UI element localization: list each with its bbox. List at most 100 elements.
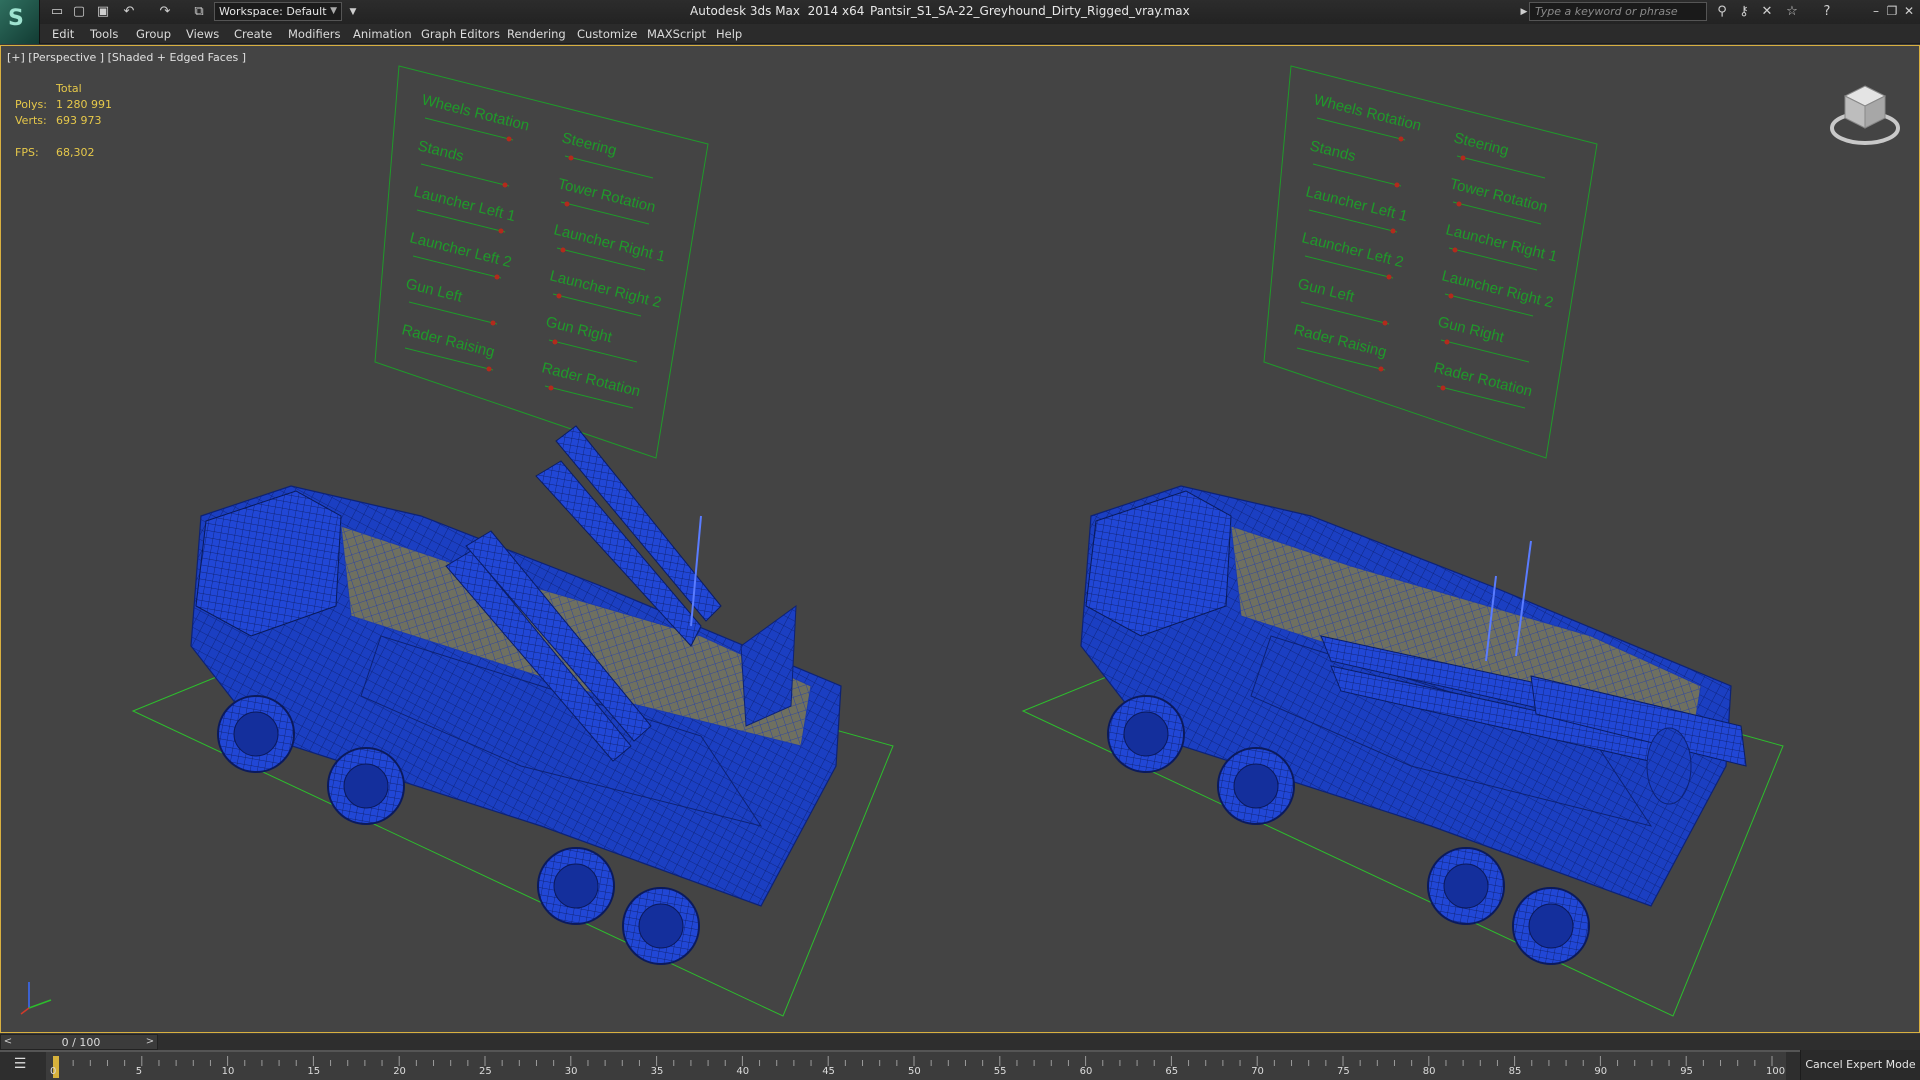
next-frame-icon[interactable]: > (143, 1035, 157, 1049)
control-slider-track[interactable] (408, 301, 498, 325)
control-slider-track[interactable] (1456, 155, 1546, 179)
control-label: Stands (416, 137, 465, 165)
control-slider-knob[interactable] (1394, 182, 1400, 188)
control-slider-track[interactable] (564, 155, 654, 179)
control-label: Gun Left (404, 275, 465, 306)
timeline: < 0 / 100 > ☰ 0 5 10 15 20 25 30 35 40 45 50 55 60 65… (0, 1034, 1920, 1080)
menu-views[interactable]: Views (186, 27, 219, 41)
undo-icon[interactable]: ↶ (120, 3, 138, 21)
search-input[interactable]: Type a keyword or phrase (1529, 2, 1707, 21)
menu-animation[interactable]: Animation (353, 27, 412, 41)
vehicle-model-stowed[interactable] (1080, 485, 1747, 965)
control-slider-knob[interactable] (552, 339, 558, 345)
binoculars-icon[interactable]: ⚲ (1713, 3, 1731, 21)
app-title: Autodesk 3ds Max 2014 x64 (690, 4, 865, 18)
control-slider-knob[interactable] (556, 293, 562, 299)
application-button[interactable]: S (0, 0, 40, 44)
control-slider-knob[interactable] (560, 247, 566, 253)
control-slider-knob[interactable] (502, 182, 508, 188)
control-slider-knob[interactable] (564, 201, 570, 207)
control-label: Launcher Right 2 (1440, 267, 1555, 311)
control-slider-track[interactable] (420, 163, 510, 187)
control-slider-knob[interactable] (1398, 136, 1404, 142)
control-slider-knob[interactable] (1452, 247, 1458, 253)
close-icon[interactable]: ✕ (1901, 3, 1917, 19)
menu-create[interactable]: Create (234, 27, 272, 41)
control-label: Launcher Left 1 (1304, 183, 1409, 225)
trackbar-tick-label: 30 (564, 1066, 578, 1077)
stats-header: Total (56, 82, 82, 95)
time-slider[interactable]: < 0 / 100 > (0, 1034, 158, 1050)
trackbar-tick-label: 0 (50, 1066, 57, 1077)
control-slider-knob[interactable] (1456, 201, 1462, 207)
control-slider-knob[interactable] (1390, 228, 1396, 234)
menu-customize[interactable]: Customize (577, 27, 637, 41)
workspace-label: Workspace: Default (219, 5, 327, 18)
restore-icon[interactable]: ❐ (1884, 3, 1900, 19)
control-label: Wheels Rotation (1312, 91, 1423, 134)
save-icon[interactable]: ▣ (94, 3, 112, 21)
control-slider-knob[interactable] (1378, 366, 1384, 372)
axis-gizmo-icon (20, 982, 52, 1015)
app-window: S ▭ ▢ ▣ ↶ ↷ ⧉ Workspace: Default ▼ ▼ Aut… (0, 0, 1920, 1080)
control-label: Rader Raising (400, 321, 496, 360)
key-icon[interactable]: ⚷ (1735, 3, 1753, 21)
control-label: Steering (560, 129, 618, 159)
previous-frame-icon[interactable]: < (1, 1035, 15, 1049)
open-file-icon[interactable]: ▢ (70, 3, 88, 21)
help-icon[interactable]: ? (1818, 3, 1836, 21)
control-slider-knob[interactable] (1460, 155, 1466, 161)
trackbar-tick-label: 45 (822, 1066, 835, 1077)
viewport-label[interactable]: [+] [Perspective ] [Shaded + Edged Faces… (7, 51, 246, 64)
trackbar-tick-label: 95 (1680, 1066, 1693, 1077)
menu-rendering[interactable]: Rendering (507, 27, 566, 41)
viewcube-icon[interactable] (1827, 78, 1903, 154)
trackbar-menu-icon[interactable]: ☰ (8, 1056, 32, 1076)
tools-icon[interactable]: ✕ (1758, 3, 1776, 21)
workspace-dropdown[interactable]: Workspace: Default ▼ (214, 2, 342, 21)
project-folder-icon[interactable]: ⧉ (190, 3, 208, 21)
menu-modifiers[interactable]: Modifiers (288, 27, 341, 41)
scene-canvas[interactable]: Wheels Rotation Stands Launcher Left 1 Laun… (1, 46, 1919, 1032)
perspective-viewport[interactable]: Wheels Rotation Stands Launcher Left 1 Laun… (0, 45, 1920, 1033)
control-slider-knob[interactable] (1444, 339, 1450, 345)
customize-quick-access-icon[interactable]: ▼ (344, 3, 362, 21)
control-slider-knob[interactable] (1386, 274, 1392, 280)
favorites-star-icon[interactable]: ☆ (1783, 3, 1801, 21)
trackbar-tick-label: 35 (650, 1066, 664, 1077)
control-label: Wheels Rotation (420, 91, 531, 134)
control-slider-knob[interactable] (1448, 293, 1454, 299)
menu-graph-editors[interactable]: Graph Editors (421, 27, 500, 41)
control-slider-knob[interactable] (498, 228, 504, 234)
cancel-expert-mode-button[interactable]: Cancel Expert Mode (1800, 1050, 1920, 1080)
control-slider-knob[interactable] (494, 274, 500, 280)
control-slider-track[interactable] (1300, 301, 1390, 325)
control-slider-knob[interactable] (486, 366, 492, 372)
control-slider-track[interactable] (1440, 339, 1530, 363)
control-slider-track[interactable] (1312, 163, 1402, 187)
fps-label: FPS: (15, 146, 39, 159)
menu-group[interactable]: Group (136, 27, 171, 41)
control-slider-knob[interactable] (490, 320, 496, 326)
new-file-icon[interactable]: ▭ (48, 3, 66, 21)
trackbar-tick-label: 75 (1337, 1066, 1350, 1077)
control-slider-track[interactable] (548, 339, 638, 363)
trackbar-tick-label: 60 (1079, 1066, 1093, 1077)
control-slider-knob[interactable] (548, 385, 554, 391)
trackbar-tick-label: 85 (1508, 1066, 1522, 1077)
control-label: Gun Left (1296, 275, 1357, 306)
verts-value: 693 973 (56, 114, 102, 127)
vehicle-model-raised[interactable] (190, 425, 842, 965)
control-slider-knob[interactable] (506, 136, 512, 142)
menu-tools[interactable]: Tools (90, 27, 118, 41)
menu-maxscript[interactable]: MAXScript (647, 27, 706, 41)
menu-help[interactable]: Help (716, 27, 742, 41)
minimize-icon[interactable]: – (1868, 3, 1884, 19)
control-slider-knob[interactable] (568, 155, 574, 161)
file-name: Pantsir_S1_SA-22_Greyhound_Dirty_Rigged_… (870, 4, 1190, 18)
menu-edit[interactable]: Edit (52, 27, 74, 41)
control-slider-knob[interactable] (1440, 385, 1446, 391)
control-slider-knob[interactable] (1382, 320, 1388, 326)
redo-icon[interactable]: ↷ (156, 3, 174, 21)
control-label: Rader Rotation (1432, 359, 1534, 400)
